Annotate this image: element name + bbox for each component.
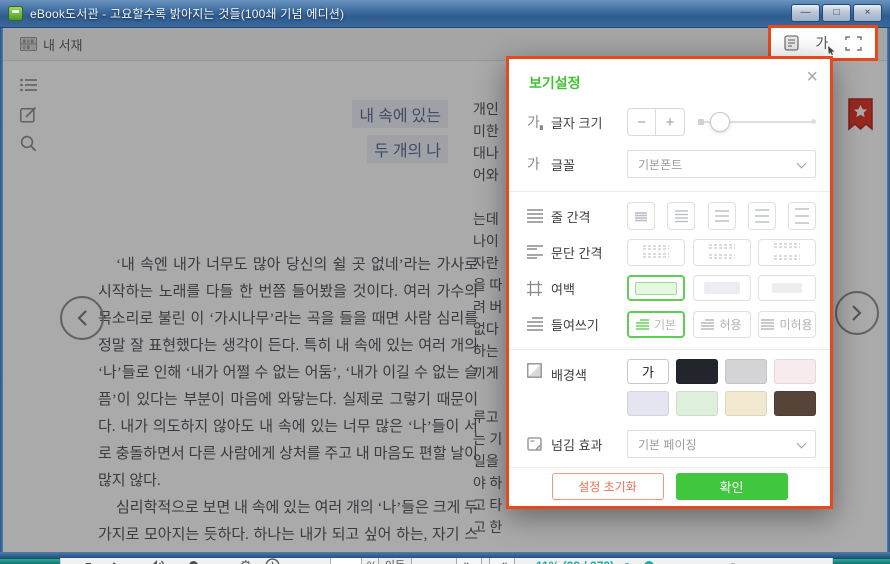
- minimize-button[interactable]: —: [791, 4, 820, 22]
- chevron-down-icon: [797, 159, 807, 169]
- bg-swatch-gray[interactable]: [725, 359, 767, 384]
- font-face-dropdown[interactable]: 기본폰트: [627, 150, 816, 178]
- reset-settings-button[interactable]: 설정 초기화: [552, 473, 664, 500]
- font-size-icon: 가▖: [527, 112, 551, 132]
- paragraph-spacing-label: 문단 간격: [551, 243, 627, 262]
- line-spacing-icon: [527, 209, 551, 223]
- line-spacing-label: 줄 간격: [551, 207, 627, 226]
- window-border: [0, 552, 890, 558]
- page-turn-label: 넘김 효과: [551, 435, 627, 454]
- paragraph-spacing-option-2[interactable]: [693, 239, 751, 266]
- margin-icon: [527, 281, 551, 296]
- line-spacing-option-5[interactable]: [788, 202, 816, 230]
- paragraph-spacing-option-3[interactable]: [758, 239, 816, 266]
- paragraph-spacing-option-1[interactable]: [627, 239, 685, 266]
- margin-option-3[interactable]: [758, 275, 816, 301]
- close-panel-icon[interactable]: ×: [806, 67, 818, 87]
- page-turn-value: 기본 페이징: [638, 436, 697, 453]
- indent-label: 들여쓰기: [551, 315, 627, 334]
- divider: [509, 191, 830, 192]
- volume-slider-thumb[interactable]: [189, 561, 198, 564]
- indent-option-disallow[interactable]: 미허용: [758, 311, 816, 338]
- margin-option-1[interactable]: [627, 275, 685, 301]
- divider: [509, 349, 830, 350]
- page-info-icon[interactable]: [784, 35, 799, 51]
- progress-slider-thumb[interactable]: [644, 561, 654, 564]
- page-turn-icon: [527, 437, 551, 452]
- line-spacing-option-1[interactable]: [627, 202, 655, 230]
- divider: [509, 467, 830, 468]
- indent-option-allow[interactable]: 허용: [693, 311, 751, 338]
- app-logo-icon: [8, 6, 23, 21]
- view-settings-icon[interactable]: 가: [816, 33, 829, 53]
- close-window-button[interactable]: ×: [853, 4, 882, 22]
- font-size-plus-button[interactable]: +: [656, 109, 684, 135]
- titlebar: eBook도서관 - 고요할수록 밝아지는 것들(100쇄 기념 에디션) — …: [0, 0, 890, 28]
- maximize-button[interactable]: □: [822, 4, 851, 22]
- view-settings-panel: 보기설정 × 가▖ 글자 크기 − +: [506, 56, 833, 509]
- bg-swatch-green[interactable]: [676, 391, 718, 416]
- margin-label: 여백: [551, 279, 627, 298]
- background-color-icon: [527, 363, 551, 378]
- line-spacing-option-2[interactable]: [667, 202, 695, 230]
- bg-swatch-brown[interactable]: [774, 391, 816, 416]
- fullscreen-icon[interactable]: [845, 36, 862, 51]
- bg-swatch-cream[interactable]: [725, 391, 767, 416]
- font-size-slider[interactable]: [698, 121, 816, 123]
- window-title: eBook도서관 - 고요할수록 밝아지는 것들(100쇄 기념 에디션): [30, 5, 344, 22]
- font-size-minus-button[interactable]: −: [628, 109, 656, 135]
- font-face-label: 글꼴: [551, 155, 627, 174]
- cursor-pointer-icon: [828, 46, 835, 55]
- bg-swatch-pink[interactable]: [774, 359, 816, 384]
- bg-swatch-dark[interactable]: [676, 359, 718, 384]
- font-face-icon: 가: [527, 154, 551, 174]
- font-size-slider-thumb[interactable]: [710, 112, 730, 132]
- indent-option-default[interactable]: 기본: [627, 311, 685, 338]
- background-color-label: 배경색: [551, 365, 627, 384]
- chevron-down-icon: [797, 439, 807, 449]
- bg-swatch-lavender[interactable]: [627, 391, 669, 416]
- background-color-swatches: 가: [627, 359, 816, 416]
- paragraph-spacing-icon: [527, 245, 551, 259]
- indent-icon: [527, 317, 551, 331]
- line-spacing-option-3[interactable]: [708, 202, 736, 230]
- bg-swatch-white-selected[interactable]: 가: [627, 359, 669, 384]
- font-size-label: 글자 크기: [551, 113, 627, 132]
- font-size-stepper: − +: [627, 108, 685, 136]
- line-spacing-option-4[interactable]: [748, 202, 776, 230]
- app-window: eBook도서관 - 고요할수록 밝아지는 것들(100쇄 기념 에디션) — …: [0, 0, 890, 564]
- page-turn-dropdown[interactable]: 기본 페이징: [627, 430, 816, 458]
- confirm-button[interactable]: 확인: [676, 473, 788, 500]
- font-face-value: 기본폰트: [638, 156, 682, 173]
- margin-option-2[interactable]: [693, 275, 751, 301]
- panel-title: 보기설정: [529, 73, 581, 93]
